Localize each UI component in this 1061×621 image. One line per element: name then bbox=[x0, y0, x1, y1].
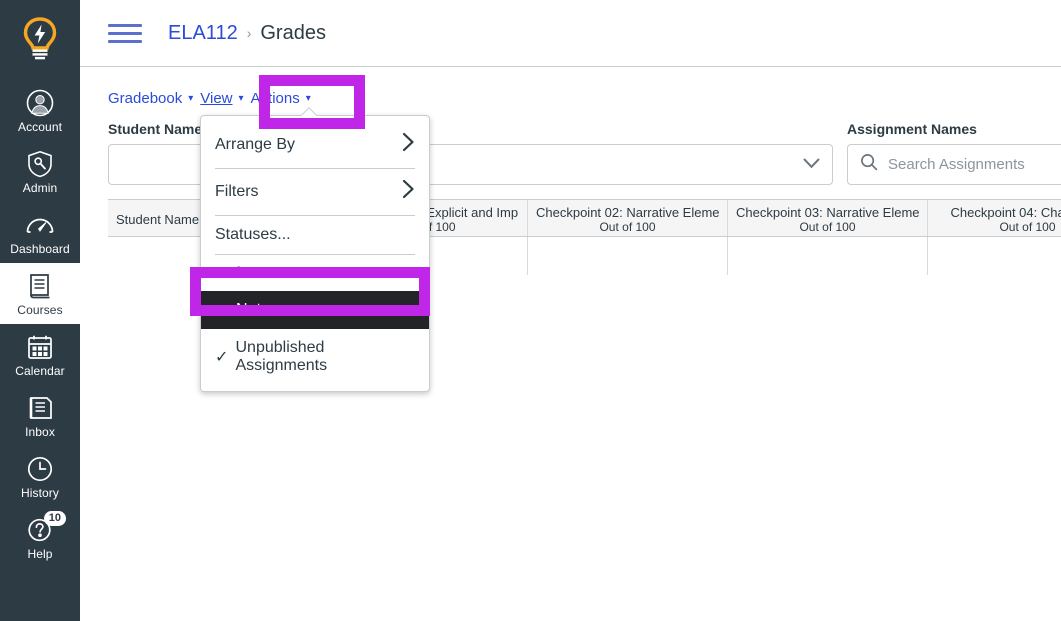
global-nav-label-admin: Admin bbox=[22, 181, 58, 195]
actions-menu-button[interactable]: Actions ▾ bbox=[251, 90, 311, 107]
gradebook-column-header[interactable]: Checkpoint 04: Characters Out of 100 bbox=[928, 200, 1061, 236]
global-nav-item-courses[interactable]: Courses bbox=[0, 263, 80, 324]
view-menu-item-label: Filters bbox=[215, 183, 259, 200]
global-nav-label-courses: Courses bbox=[17, 303, 63, 317]
assignment-column-points: Out of 100 bbox=[799, 219, 856, 234]
global-nav-item-help[interactable]: 10 Help bbox=[0, 507, 80, 568]
search-icon bbox=[860, 153, 878, 176]
lightbulb-icon bbox=[19, 15, 61, 66]
global-nav-item-history[interactable]: History bbox=[0, 446, 80, 507]
shield-wrench-icon bbox=[27, 150, 53, 178]
menu-pointer-arrow bbox=[301, 107, 317, 116]
gradebook-menu-label: Gradebook bbox=[108, 90, 183, 107]
assignment-names-label: Assignment Names bbox=[847, 121, 977, 137]
chevron-down-icon: ▾ bbox=[238, 93, 244, 104]
assignment-names-filter: Assignment Names bbox=[847, 121, 1061, 185]
global-nav-label-calendar: Calendar bbox=[15, 364, 65, 378]
view-menu-item-label: Statuses... bbox=[215, 226, 291, 243]
speedometer-icon bbox=[25, 211, 55, 239]
actions-menu-label: Actions bbox=[250, 90, 300, 107]
assignment-column-points: Out of 100 bbox=[599, 219, 656, 234]
global-nav-label-help: Help bbox=[27, 547, 53, 561]
view-menu-item-unpublished-assignments[interactable]: ✓ Unpublished Assignments bbox=[201, 329, 429, 385]
hamburger-menu-icon[interactable] bbox=[108, 23, 142, 43]
envelope-icon bbox=[27, 394, 54, 422]
global-navigation: Account Admin Dashboard Courses Calendar… bbox=[0, 0, 80, 621]
gradebook-cell[interactable] bbox=[928, 237, 1061, 275]
breadcrumb-course-link[interactable]: ELA112 bbox=[168, 22, 238, 45]
view-menu-button[interactable]: View ▾ bbox=[200, 90, 243, 107]
top-bar: ELA112 › Grades bbox=[80, 0, 1061, 67]
view-menu-item-label: Notes bbox=[236, 301, 278, 318]
global-nav-item-account[interactable]: Account bbox=[0, 80, 80, 141]
breadcrumb-current-page: Grades bbox=[260, 21, 326, 44]
gradebook-cell[interactable] bbox=[528, 237, 728, 275]
canvas-logo[interactable] bbox=[0, 0, 80, 80]
main-content: ELA112 › Grades Gradebook ▾ View ▾ Actio… bbox=[80, 0, 1061, 621]
global-nav-item-dashboard[interactable]: Dashboard bbox=[0, 202, 80, 263]
view-menu-label: View bbox=[200, 90, 233, 107]
gradebook-menu-button[interactable]: Gradebook ▾ bbox=[108, 90, 193, 107]
assignment-column-title: Checkpoint 03: Narrative Elements bbox=[736, 204, 919, 220]
search-assignments-box[interactable] bbox=[847, 144, 1061, 185]
breadcrumb-separator-icon: › bbox=[246, 25, 252, 41]
chevron-down-icon: ▾ bbox=[188, 93, 194, 104]
student-column-title: Student Name bbox=[116, 211, 200, 227]
breadcrumb: ELA112 › Grades bbox=[168, 22, 326, 45]
hamburger-bar bbox=[108, 23, 142, 27]
help-badge-count: 10 bbox=[43, 511, 66, 526]
view-menu-item-label: Arrange By bbox=[215, 136, 296, 153]
global-nav-label-dashboard: Dashboard bbox=[10, 242, 70, 256]
chevron-right-icon bbox=[402, 132, 415, 158]
assignment-column-title: Checkpoint 02: Narrative Elements bbox=[536, 204, 719, 220]
global-nav-label-history: History bbox=[20, 486, 60, 500]
chevron-down-icon: ▾ bbox=[305, 93, 311, 104]
hamburger-bar bbox=[108, 39, 142, 43]
view-menu-item-statuses[interactable]: Statuses... bbox=[201, 216, 429, 254]
chevron-down-icon bbox=[803, 156, 820, 174]
gradebook-column-header[interactable]: Checkpoint 02: Narrative Elements Out of… bbox=[528, 200, 728, 236]
global-nav-item-inbox[interactable]: Inbox bbox=[0, 385, 80, 446]
search-assignments-input[interactable] bbox=[888, 156, 1061, 173]
calendar-icon bbox=[27, 333, 53, 361]
gradebook-column-header[interactable]: Checkpoint 03: Narrative Elements Out of… bbox=[728, 200, 928, 236]
checkmark-icon: ✓ bbox=[215, 349, 229, 366]
global-nav-label-inbox: Inbox bbox=[25, 425, 55, 439]
question-bubble-icon: 10 bbox=[27, 511, 66, 544]
view-menu-item-notes[interactable]: Notes bbox=[201, 291, 429, 329]
view-menu-item-arrange-by[interactable]: Arrange By bbox=[201, 122, 429, 168]
assignment-column-title: Checkpoint 04: Characters bbox=[950, 204, 1061, 220]
global-nav-label-account: Account bbox=[17, 120, 63, 134]
global-nav-item-admin[interactable]: Admin bbox=[0, 141, 80, 202]
hamburger-bar bbox=[108, 31, 142, 35]
gradebook-cell[interactable] bbox=[728, 237, 928, 275]
view-dropdown-menu: Arrange By Filters Statuses... Columns N… bbox=[200, 115, 430, 392]
chevron-right-icon bbox=[402, 179, 415, 205]
clock-icon bbox=[27, 455, 53, 483]
view-menu-item-label: Unpublished Assignments bbox=[235, 339, 328, 374]
book-icon bbox=[27, 272, 53, 300]
gradebook-menu-bar: Gradebook ▾ View ▾ Actions ▾ bbox=[80, 67, 1061, 107]
global-nav-item-calendar[interactable]: Calendar bbox=[0, 324, 80, 385]
view-menu-heading-columns: Columns bbox=[215, 265, 284, 282]
view-menu-item-filters[interactable]: Filters bbox=[201, 169, 429, 215]
assignment-column-points: Out of 100 bbox=[999, 219, 1056, 234]
user-avatar-icon bbox=[26, 89, 54, 117]
